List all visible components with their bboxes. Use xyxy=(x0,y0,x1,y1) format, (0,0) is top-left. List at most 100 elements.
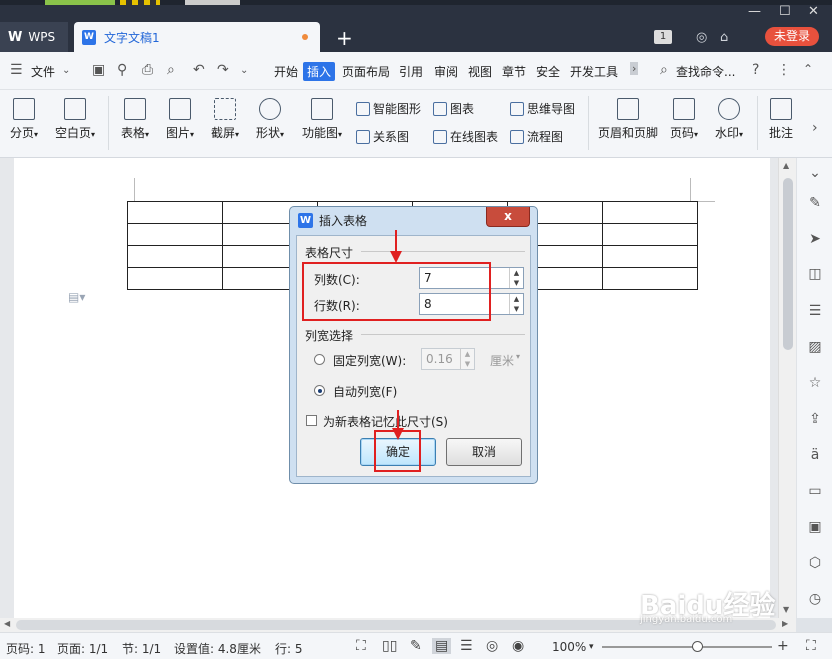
more-icon[interactable]: ⋮ xyxy=(777,62,791,78)
picture-panel-icon[interactable]: ▨ xyxy=(806,338,824,356)
vertical-scroll-thumb[interactable] xyxy=(783,178,793,350)
command-search[interactable]: 查找命令... xyxy=(676,63,735,80)
login-button[interactable]: 未登录 xyxy=(765,27,819,46)
fixed-width-unit[interactable]: 厘米 xyxy=(490,352,514,369)
fit-view-icon[interactable]: ⛶ xyxy=(806,638,816,654)
save-icon[interactable]: ▣ xyxy=(92,62,105,78)
stepper-arrows-icon[interactable]: ▲ ▼ xyxy=(509,294,523,314)
shield-icon[interactable]: ⬡ xyxy=(806,554,824,572)
group-divider xyxy=(361,251,525,252)
mind-map-button[interactable]: 思维导图 xyxy=(510,100,575,117)
cancel-button[interactable]: 取消 xyxy=(446,438,522,466)
header-footer-button[interactable]: 页眉和页脚 xyxy=(596,98,660,141)
ribbon-scroll-icon[interactable]: › xyxy=(812,120,818,136)
zoom-in-icon[interactable]: + xyxy=(777,638,789,654)
write-mode-icon[interactable]: ✎ xyxy=(410,638,422,654)
menu-page-layout[interactable]: 页面布局 xyxy=(342,63,390,80)
comment-button[interactable]: 批注 xyxy=(764,98,798,141)
page-number-button[interactable]: 页码▾ xyxy=(666,98,702,141)
properties-icon[interactable]: ☰ xyxy=(806,302,824,320)
wps-home-tab[interactable]: W WPS xyxy=(0,22,68,52)
paragraph-icon[interactable]: ▤▾ xyxy=(68,290,85,304)
pen-icon[interactable]: ✎ xyxy=(806,194,824,212)
function-chart-button[interactable]: 功能图▾ xyxy=(297,98,347,141)
zoom-dropdown-icon[interactable]: ▾ xyxy=(589,642,594,652)
scroll-right-icon[interactable]: ▶ xyxy=(782,619,788,628)
shirt-icon[interactable]: ⌂ xyxy=(720,30,728,45)
web-view-icon[interactable]: ◎ xyxy=(486,638,498,654)
table-button[interactable]: 表格▾ xyxy=(117,98,153,141)
maximize-icon[interactable]: ☐ xyxy=(779,4,791,19)
zoom-slider-knob[interactable] xyxy=(692,641,703,652)
watermark-button[interactable]: 水印▾ xyxy=(711,98,747,141)
shape-button[interactable]: 形状▾ xyxy=(252,98,288,141)
auto-width-radio[interactable] xyxy=(314,385,325,396)
remember-size-checkbox[interactable] xyxy=(306,415,317,426)
format-painter-icon[interactable]: ⚲ xyxy=(117,62,127,78)
flowchart-button[interactable]: 流程图 xyxy=(510,128,563,145)
help-icon[interactable]: ? xyxy=(752,62,759,78)
zoom-slider[interactable] xyxy=(602,641,772,652)
shapes-icon[interactable]: ◫ xyxy=(806,265,824,283)
chart-button[interactable]: 图表 xyxy=(433,100,474,117)
history-icon[interactable]: ◷ xyxy=(806,590,824,608)
star-icon[interactable]: ☆ xyxy=(806,374,824,392)
new-tab-plus-icon[interactable]: + xyxy=(336,26,353,50)
menu-view[interactable]: 视图 xyxy=(468,63,492,80)
menu-scroll-right-icon[interactable]: › xyxy=(630,62,639,75)
file-menu[interactable]: 文件 xyxy=(31,63,55,80)
select-cursor-icon[interactable]: ➤ xyxy=(806,230,824,248)
document-tab[interactable]: W 文字文稿1 xyxy=(74,22,320,52)
redo-icon[interactable]: ↷ xyxy=(217,62,229,78)
menu-chapter[interactable]: 章节 xyxy=(502,63,526,80)
skin-icon[interactable]: ◎ xyxy=(696,30,707,45)
header-footer-icon xyxy=(617,98,639,120)
page-break-button[interactable]: 分页▾ xyxy=(6,98,42,141)
outline-view-icon[interactable]: ☰ xyxy=(460,638,473,654)
read-mode-icon[interactable]: ▯▯ xyxy=(382,638,397,654)
menu-insert[interactable]: 插入 xyxy=(303,62,336,81)
fixed-width-stepper[interactable]: 0.16 ▲ ▼ xyxy=(421,348,475,370)
sidebar-collapse-icon[interactable]: ⌄ xyxy=(806,164,824,182)
minimize-icon[interactable]: — xyxy=(748,4,761,19)
page-view-icon[interactable]: ▤ xyxy=(432,638,452,654)
annotation-arrow xyxy=(395,230,397,252)
eye-protect-icon[interactable]: ◉ xyxy=(512,638,524,654)
menu-review[interactable]: 审阅 xyxy=(434,63,458,80)
stepper-arrows-icon[interactable]: ▲ ▼ xyxy=(460,349,474,369)
vertical-scrollbar[interactable]: ▲ ▼ xyxy=(778,158,796,618)
scroll-left-icon[interactable]: ◀ xyxy=(4,619,10,628)
search-icon[interactable]: ⌕ xyxy=(660,62,668,78)
zoom-level[interactable]: 100% xyxy=(552,640,586,654)
unit-dropdown-icon[interactable]: ▾ xyxy=(516,352,520,361)
fullscreen-icon[interactable]: ⛶ xyxy=(356,638,366,654)
dialog-close-button[interactable]: x xyxy=(486,207,530,227)
collapse-ribbon-icon[interactable]: ⌃ xyxy=(803,62,813,76)
smart-art-button[interactable]: 智能图形 xyxy=(356,100,421,117)
share-icon[interactable]: ⇪ xyxy=(806,410,824,428)
scroll-up-icon[interactable]: ▲ xyxy=(783,161,789,170)
picture-button[interactable]: 图片▾ xyxy=(162,98,198,141)
online-chart-button[interactable]: 在线图表 xyxy=(433,128,498,145)
menu-developer[interactable]: 开发工具 xyxy=(570,63,618,80)
menu-security[interactable]: 安全 xyxy=(536,63,560,80)
undo-icon[interactable]: ↶ xyxy=(193,62,205,78)
menu-reference[interactable]: 引用 xyxy=(399,63,423,80)
print-preview-icon[interactable]: ⌕ xyxy=(167,62,175,78)
menu-start[interactable]: 开始 xyxy=(274,63,298,80)
fixed-width-radio[interactable] xyxy=(314,354,325,365)
more-chevron-icon[interactable]: ⌄ xyxy=(240,65,248,76)
close-window-icon[interactable]: ✕ xyxy=(808,4,819,19)
relation-chart-button[interactable]: 关系图 xyxy=(356,128,409,145)
chevron-down-icon[interactable]: ⌄ xyxy=(62,65,70,76)
blank-page-button[interactable]: 空白页▾ xyxy=(50,98,100,141)
image-icon[interactable]: ▣ xyxy=(806,518,824,536)
stepper-arrows-icon[interactable]: ▲ ▼ xyxy=(509,268,523,288)
translate-icon[interactable]: ä xyxy=(806,446,824,464)
print-icon[interactable]: ⎙ xyxy=(142,62,153,78)
scroll-down-icon[interactable]: ▼ xyxy=(783,605,789,614)
window-count-badge[interactable]: 1 xyxy=(654,30,672,44)
screenshot-button[interactable]: 截屏▾ xyxy=(207,98,243,141)
archive-icon[interactable]: ▭ xyxy=(806,482,824,500)
hamburger-icon[interactable]: ☰ xyxy=(10,62,23,78)
